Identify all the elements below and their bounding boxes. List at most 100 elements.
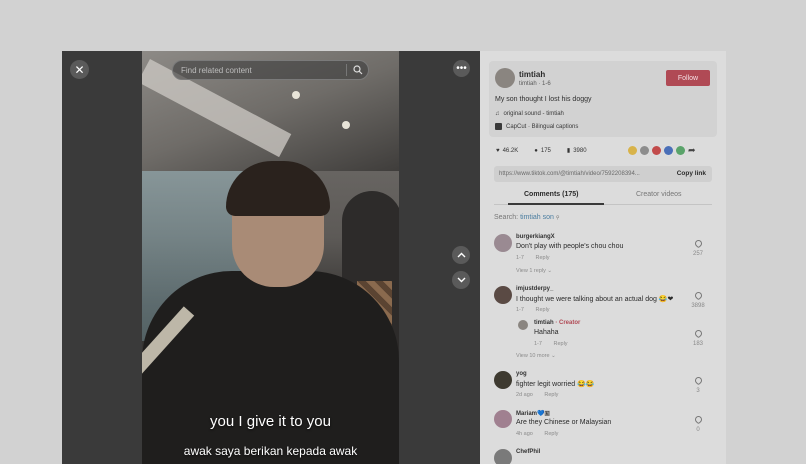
chevron-up-icon bbox=[457, 252, 465, 258]
comment-like-button[interactable]: 257 bbox=[690, 238, 706, 257]
commenter-avatar[interactable] bbox=[494, 371, 512, 389]
save-button[interactable]: ▮ 3980 bbox=[566, 147, 587, 155]
follow-button[interactable]: Follow bbox=[666, 70, 710, 86]
creator-avatar[interactable] bbox=[518, 320, 528, 330]
video-person bbox=[142, 271, 399, 464]
heart-icon: ♥ bbox=[496, 147, 500, 154]
heart-icon bbox=[693, 414, 703, 425]
video-url: https://www.tiktok.com/@timtiah/video/75… bbox=[499, 171, 640, 177]
video-frame[interactable]: you I give it to you awak saya berikan k… bbox=[142, 51, 399, 464]
commenter-avatar[interactable] bbox=[494, 410, 512, 428]
comment-meta: 2d ago Reply bbox=[516, 392, 568, 398]
video-background bbox=[292, 91, 300, 99]
whatsapp-share-icon[interactable] bbox=[676, 146, 685, 155]
commenter-name[interactable]: timtiah · Creator bbox=[534, 320, 580, 326]
view-replies-label: View 1 reply bbox=[516, 268, 546, 274]
view-more-label: View 10 more bbox=[516, 353, 550, 359]
creator-tag: · Creator bbox=[555, 320, 581, 326]
chevron-down-icon: ⌄ bbox=[547, 268, 552, 274]
capcut-label: CapCut · Bilingual captions bbox=[506, 123, 579, 130]
sound-link[interactable]: ♫ original sound - timtiah bbox=[495, 111, 564, 117]
message-share-icon[interactable] bbox=[640, 146, 649, 155]
commenter-name[interactable]: imjustderpy_ bbox=[516, 286, 553, 292]
reply-button[interactable]: Reply bbox=[535, 255, 549, 261]
embed-share-icon[interactable] bbox=[628, 146, 637, 155]
facebook-share-icon[interactable] bbox=[664, 146, 673, 155]
heart-icon bbox=[693, 375, 703, 386]
author-subline: timtiah · 1-6 bbox=[519, 81, 551, 87]
active-tab-indicator bbox=[508, 203, 604, 205]
video-link-bar: https://www.tiktok.com/@timtiah/video/75… bbox=[494, 166, 712, 182]
video-description: My son thought I lost his doggy bbox=[495, 96, 592, 103]
view-more-replies-button[interactable]: View 10 more ⌄ bbox=[516, 353, 556, 359]
tab-comments[interactable]: Comments (175) bbox=[524, 191, 578, 198]
comment-text: Hahaha bbox=[534, 329, 559, 336]
comment-date: 4h ago bbox=[516, 431, 533, 437]
comment-text: Don't play with people's chou chou bbox=[516, 243, 624, 250]
music-note-icon: ♫ bbox=[495, 111, 500, 117]
video-player[interactable]: you I give it to you awak saya berikan k… bbox=[62, 51, 480, 464]
tab-creator-videos[interactable]: Creator videos bbox=[636, 191, 682, 198]
reply-author[interactable]: timtiah bbox=[534, 320, 554, 326]
search-icon[interactable] bbox=[346, 64, 368, 76]
previous-video-button[interactable] bbox=[452, 246, 470, 264]
tiktok-share-icon[interactable] bbox=[652, 146, 661, 155]
comment-like-count: 257 bbox=[692, 251, 703, 257]
close-icon: ✕ bbox=[74, 62, 85, 77]
commenter-name[interactable]: ChefPhil bbox=[516, 449, 540, 455]
comment-date: 1-7 bbox=[534, 341, 542, 347]
heart-icon bbox=[693, 328, 703, 339]
share-icons: ➦ bbox=[628, 146, 697, 155]
comment-like-button[interactable]: 183 bbox=[690, 328, 706, 347]
search-icon: ⚲ bbox=[555, 215, 560, 221]
commenter-name[interactable]: burgerkiangX bbox=[516, 234, 555, 240]
comment-like-count: 3 bbox=[696, 388, 700, 394]
caption-english: you I give it to you bbox=[210, 413, 331, 430]
sound-label: original sound - timtiah bbox=[503, 111, 564, 117]
reply-button[interactable]: Reply bbox=[535, 307, 549, 313]
commenter-name[interactable]: Mariam💙🇲 bbox=[516, 410, 550, 418]
comment-date: 1-7 bbox=[516, 307, 524, 313]
reply-button[interactable]: Reply bbox=[544, 392, 558, 398]
arrow-share-icon[interactable]: ➦ bbox=[688, 146, 697, 155]
comment-text: fighter legit worried 😂😂 bbox=[516, 381, 595, 388]
more-icon: ••• bbox=[456, 63, 467, 74]
heart-icon bbox=[693, 290, 703, 301]
next-video-button[interactable] bbox=[452, 271, 470, 289]
comment-like-count: 0 bbox=[696, 427, 700, 433]
comment-like-count: 183 bbox=[692, 341, 703, 347]
search-query[interactable]: timtiah son bbox=[520, 214, 554, 221]
comment-date: 1-7 bbox=[516, 255, 524, 261]
comment-search-suggestion[interactable]: Search: timtiah son ⚲ bbox=[494, 214, 560, 221]
search-input[interactable]: Find related content bbox=[173, 66, 346, 75]
commenter-avatar[interactable] bbox=[494, 234, 512, 252]
comment-button[interactable]: ● 175 bbox=[534, 148, 551, 154]
bookmark-icon: ▮ bbox=[566, 148, 571, 154]
capcut-link[interactable]: CapCut · Bilingual captions bbox=[495, 123, 578, 130]
copy-link-button[interactable]: Copy link bbox=[677, 170, 706, 177]
comment-like-button[interactable]: 3 bbox=[690, 375, 706, 394]
comment-meta: 1-7 Reply bbox=[516, 307, 560, 313]
comment-like-button[interactable]: 3898 bbox=[690, 290, 706, 309]
comment-text: I thought we were talking about an actua… bbox=[516, 296, 674, 303]
close-button[interactable]: ✕ bbox=[70, 60, 89, 79]
comment-count: 175 bbox=[540, 147, 551, 154]
reply-button[interactable]: Reply bbox=[553, 341, 567, 347]
tab-bar: Comments (175) Creator videos bbox=[494, 188, 712, 205]
comment-text: Are they Chinese or Malaysian bbox=[516, 419, 612, 426]
like-button[interactable]: ♥ 46.2K bbox=[496, 148, 518, 154]
comment-meta: 4h ago Reply bbox=[516, 431, 568, 437]
author-avatar[interactable] bbox=[495, 68, 515, 88]
save-count: 3980 bbox=[573, 147, 587, 154]
author-username[interactable]: timtiah bbox=[519, 70, 545, 79]
commenter-name[interactable]: yog bbox=[516, 371, 527, 377]
commenter-avatar[interactable] bbox=[494, 449, 512, 464]
reply-button[interactable]: Reply bbox=[544, 431, 558, 437]
more-options-button[interactable]: ••• bbox=[453, 60, 470, 77]
chevron-down-icon: ⌄ bbox=[551, 353, 556, 359]
comment-like-button[interactable]: 0 bbox=[690, 414, 706, 433]
search-bar[interactable]: Find related content bbox=[172, 60, 369, 80]
view-replies-button[interactable]: View 1 reply ⌄ bbox=[516, 268, 552, 274]
comment-meta: 1-7 Reply bbox=[534, 341, 578, 347]
commenter-avatar[interactable] bbox=[494, 286, 512, 304]
